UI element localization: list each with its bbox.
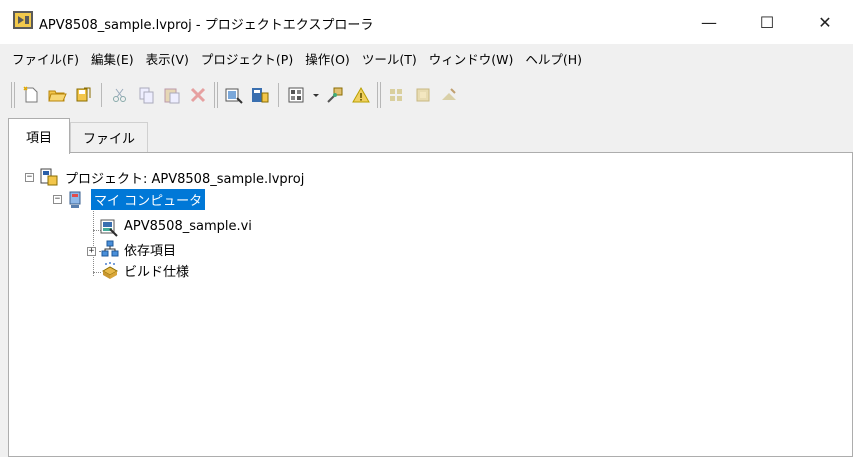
menu-file[interactable]: ファイル(F) <box>6 49 85 71</box>
tab-bar: 項目 ファイル <box>8 118 853 154</box>
save-all-icon[interactable] <box>71 83 95 107</box>
labview-project-icon <box>13 11 33 29</box>
tree-item-label[interactable]: ビルド仕様 <box>124 261 189 280</box>
project-icon <box>40 168 58 186</box>
view-options-icon[interactable] <box>285 83 309 107</box>
window-title: APV8508_sample.lvproj - プロジェクトエクスプローラ <box>39 18 374 33</box>
collapse-project-toggle[interactable]: − <box>25 173 34 182</box>
my-computer-label[interactable]: マイ コンピュータ <box>91 189 206 210</box>
menu-help[interactable]: ヘルプ(H) <box>519 49 588 71</box>
collapse-computer-toggle[interactable]: − <box>53 195 62 204</box>
project-tree-pane[interactable]: − プロジェクト: APV8508_sample.lvproj − マイ コンピ… <box>8 152 853 457</box>
close-button[interactable]: ✕ <box>802 0 848 44</box>
tab-items[interactable]: 項目 <box>8 118 70 154</box>
menu-window[interactable]: ウィンドウ(W) <box>423 49 520 71</box>
build-spec-icon[interactable] <box>385 83 409 107</box>
deploy-icon[interactable] <box>323 83 347 107</box>
project-tree: − プロジェクト: APV8508_sample.lvproj − マイ コンピ… <box>9 153 852 456</box>
menu-tools[interactable]: ツール(T) <box>356 49 423 71</box>
toolbar-separator <box>101 83 102 107</box>
warning-icon[interactable] <box>349 83 373 107</box>
tab-files[interactable]: ファイル <box>70 122 148 152</box>
menu-edit[interactable]: 編集(E) <box>85 49 140 71</box>
toolbar-grip[interactable] <box>377 82 381 108</box>
title-bar[interactable]: APV8508_sample.lvproj - プロジェクトエクスプローラ — … <box>0 0 853 44</box>
copy-icon[interactable] <box>134 83 158 107</box>
toolbar-grip[interactable] <box>11 82 15 108</box>
add-file-icon[interactable] <box>411 83 435 107</box>
vi-icon <box>100 219 118 237</box>
remove-icon[interactable] <box>437 83 461 107</box>
new-icon[interactable] <box>19 83 43 107</box>
tree-connector <box>93 272 101 273</box>
delete-icon[interactable] <box>186 83 210 107</box>
build-spec-icon <box>101 261 119 279</box>
menu-view[interactable]: 表示(V) <box>140 49 195 71</box>
toolbar <box>8 80 608 110</box>
project-explorer-window: APV8508_sample.lvproj - プロジェクトエクスプローラ — … <box>0 0 853 457</box>
menu-operate[interactable]: 操作(O) <box>299 49 356 71</box>
tree-item-label[interactable]: APV8508_sample.vi <box>124 219 252 234</box>
minimize-button[interactable]: — <box>686 0 732 44</box>
dropdown-arrow-icon[interactable] <box>311 83 321 107</box>
project-label[interactable]: プロジェクト: APV8508_sample.lvproj <box>65 168 304 187</box>
build-icon[interactable] <box>222 83 246 107</box>
tree-connector <box>93 200 94 276</box>
paste-icon[interactable] <box>160 83 184 107</box>
dependencies-icon <box>101 240 119 258</box>
toolbar-separator <box>278 83 279 107</box>
toolbar-grip[interactable] <box>214 82 218 108</box>
open-icon[interactable] <box>45 83 69 107</box>
menu-bar: ファイル(F) 編集(E) 表示(V) プロジェクト(P) 操作(O) ツール(… <box>0 48 853 72</box>
menu-project[interactable]: プロジェクト(P) <box>195 49 299 71</box>
tree-item-label[interactable]: 依存項目 <box>124 240 176 259</box>
vi-properties-icon[interactable] <box>248 83 272 107</box>
maximize-button[interactable]: ☐ <box>744 0 790 44</box>
computer-icon <box>68 191 86 209</box>
cut-icon[interactable] <box>108 83 132 107</box>
expand-dependencies-toggle[interactable]: + <box>87 247 96 256</box>
